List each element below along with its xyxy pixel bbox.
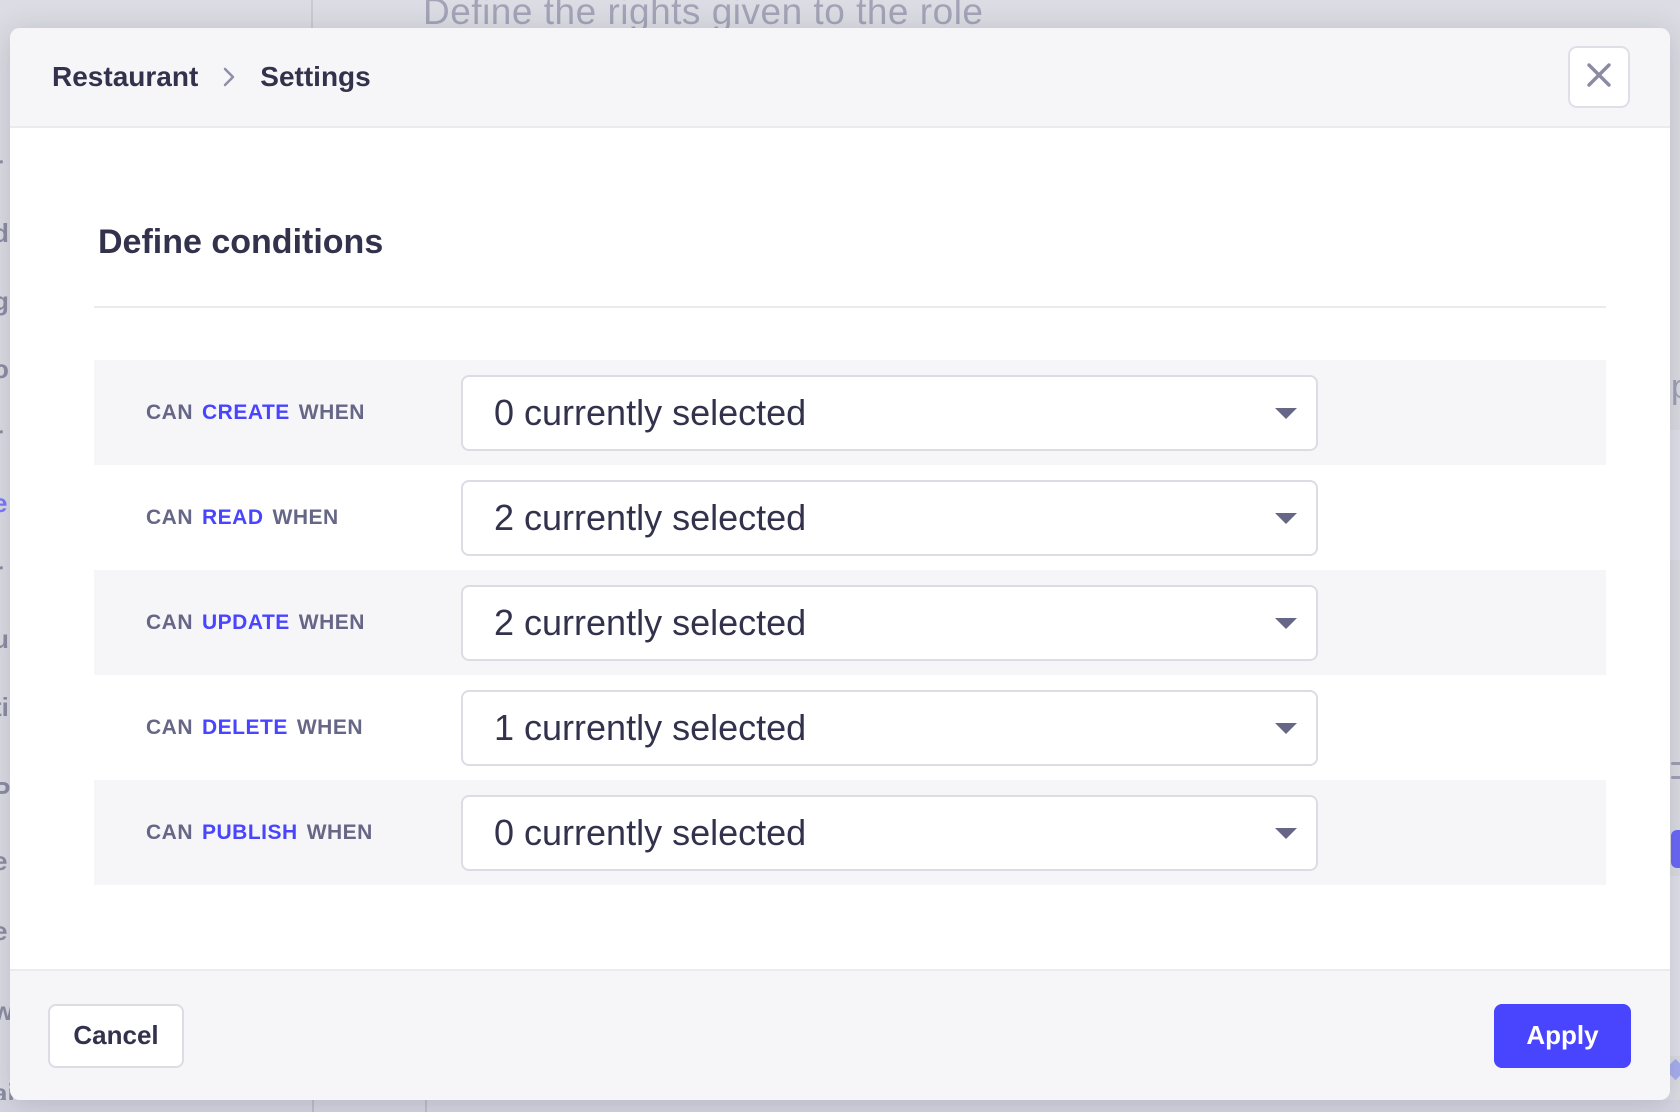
permission-row: CAN UPDATE WHEN 2 currently selected <box>94 570 1606 675</box>
define-conditions-modal: Restaurant Settings Define conditions CA… <box>10 28 1670 1100</box>
label-suffix: WHEN <box>297 716 363 739</box>
breadcrumb-item-restaurant[interactable]: Restaurant <box>52 61 198 93</box>
screen: Define the rights given to the role r d … <box>0 0 1680 1112</box>
backdrop-line-fragment <box>1671 776 1680 779</box>
conditions-dropdown[interactable]: 2 currently selected <box>461 480 1318 556</box>
backdrop-table-line <box>425 1100 427 1112</box>
backdrop-right-fragment: p <box>1671 368 1680 407</box>
label-suffix: WHEN <box>299 401 365 424</box>
permission-label: CAN PUBLISH WHEN <box>94 821 461 845</box>
triangle-down-icon <box>1275 408 1297 419</box>
dropdown-selected-value: 0 currently selected <box>494 812 806 854</box>
backdrop-button-fragment <box>1671 830 1680 868</box>
label-action: CREATE <box>202 401 290 424</box>
chevron-right-icon <box>222 65 236 89</box>
label-action: READ <box>202 506 264 529</box>
backdrop-bottom-strip <box>0 1100 1680 1112</box>
triangle-down-icon <box>1275 828 1297 839</box>
permission-label: CAN READ WHEN <box>94 506 461 530</box>
modal-header: Restaurant Settings <box>10 28 1670 128</box>
permission-label: CAN UPDATE WHEN <box>94 611 461 635</box>
label-suffix: WHEN <box>299 611 365 634</box>
label-prefix: CAN <box>146 611 193 634</box>
apply-button[interactable]: Apply <box>1494 1004 1631 1068</box>
label-action: UPDATE <box>202 611 290 634</box>
label-suffix: WHEN <box>273 506 339 529</box>
label-prefix: CAN <box>146 821 193 844</box>
close-button[interactable] <box>1568 46 1630 108</box>
backdrop-line-fragment <box>1671 762 1680 765</box>
conditions-dropdown[interactable]: 1 currently selected <box>461 690 1318 766</box>
conditions-dropdown[interactable]: 0 currently selected <box>461 795 1318 871</box>
permission-label: CAN CREATE WHEN <box>94 401 461 425</box>
triangle-down-icon <box>1275 513 1297 524</box>
title-divider <box>94 306 1606 308</box>
dropdown-selected-value: 2 currently selected <box>494 602 806 644</box>
cancel-button[interactable]: Cancel <box>48 1004 184 1068</box>
backdrop-table-line <box>311 0 313 28</box>
backdrop-table-line <box>312 1100 314 1112</box>
page-title: Define conditions <box>98 217 383 267</box>
close-icon <box>1586 62 1612 93</box>
label-prefix: CAN <box>146 716 193 739</box>
permission-label: CAN DELETE WHEN <box>94 716 461 740</box>
conditions-rows: CAN CREATE WHEN 0 currently selected CAN RE… <box>94 360 1606 885</box>
dropdown-selected-value: 1 currently selected <box>494 707 806 749</box>
breadcrumb: Restaurant Settings <box>52 61 371 93</box>
label-action: PUBLISH <box>202 821 298 844</box>
triangle-down-icon <box>1275 618 1297 629</box>
label-prefix: CAN <box>146 506 193 529</box>
dropdown-selected-value: 2 currently selected <box>494 497 806 539</box>
modal-footer: Cancel Apply <box>10 969 1670 1100</box>
label-suffix: WHEN <box>307 821 373 844</box>
backdrop-right-band <box>1670 430 1680 560</box>
label-action: DELETE <box>202 716 288 739</box>
triangle-down-icon <box>1275 723 1297 734</box>
conditions-dropdown[interactable]: 0 currently selected <box>461 375 1318 451</box>
backdrop-right-band <box>1670 876 1680 1056</box>
permission-row: CAN CREATE WHEN 0 currently selected <box>94 360 1606 465</box>
conditions-dropdown[interactable]: 2 currently selected <box>461 585 1318 661</box>
permission-row: CAN DELETE WHEN 1 currently selected <box>94 675 1606 780</box>
breadcrumb-item-settings: Settings <box>260 61 370 93</box>
permission-row: CAN READ WHEN 2 currently selected <box>94 465 1606 570</box>
label-prefix: CAN <box>146 401 193 424</box>
permission-row: CAN PUBLISH WHEN 0 currently selected <box>94 780 1606 885</box>
dropdown-selected-value: 0 currently selected <box>494 392 806 434</box>
